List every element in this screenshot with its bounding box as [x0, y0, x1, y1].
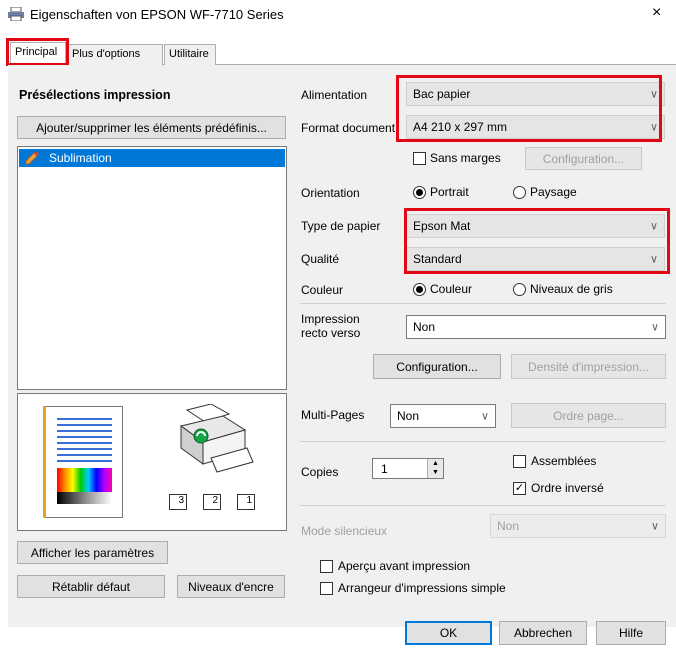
separator: [300, 441, 666, 442]
ink-levels-button[interactable]: Niveaux d'encre: [177, 575, 285, 598]
simple-arranger-label: Arrangeur d'impressions simple: [338, 581, 506, 595]
collate-checkbox[interactable]: [513, 455, 526, 468]
grayscale-label: Niveaux de gris: [530, 282, 613, 296]
multipage-label: Multi-Pages: [301, 408, 365, 422]
preset-label: Sublimation: [49, 151, 112, 165]
gray-bar: [57, 492, 112, 504]
printer-illustration-icon: [179, 404, 254, 473]
ok-button[interactable]: OK: [405, 621, 492, 645]
page-order-button[interactable]: Ordre page...: [511, 403, 666, 428]
size-label: Format document: [301, 121, 396, 135]
quiet-mode-select[interactable]: Non ∨: [490, 514, 666, 538]
reverse-order-checkbox[interactable]: ✓: [513, 482, 526, 495]
separator: [300, 303, 666, 304]
presets-heading: Présélections impression: [19, 88, 171, 102]
portrait-radio[interactable]: [413, 186, 426, 199]
portrait-label: Portrait: [430, 185, 469, 199]
window-title: Eigenschaften von EPSON WF-7710 Series: [30, 7, 284, 22]
tray-label: 1: [246, 495, 252, 506]
tab-utility[interactable]: Utilitaire: [164, 44, 216, 65]
help-button[interactable]: Hilfe: [596, 621, 666, 645]
cancel-button[interactable]: Abbrechen: [499, 621, 587, 645]
chevron-down-icon: ∨: [480, 410, 489, 423]
landscape-radio[interactable]: [513, 186, 526, 199]
color-label: Couleur: [301, 283, 344, 297]
duplex-value: Non: [413, 320, 436, 334]
copies-label: Copies: [301, 465, 339, 479]
pencil-icon: [25, 151, 39, 165]
simple-arranger-checkbox[interactable]: [320, 582, 333, 595]
reverse-order-label: Ordre inversé: [531, 481, 604, 495]
tray-icon: 3: [169, 494, 187, 510]
printer-icon: [8, 7, 24, 21]
collate-label: Assemblées: [531, 454, 597, 468]
multipage-select[interactable]: Non ∨: [390, 404, 496, 428]
chevron-down-icon: ∨: [650, 321, 659, 334]
quiet-mode-value: Non: [497, 519, 520, 533]
borderless-label: Sans marges: [430, 151, 501, 165]
landscape-label: Paysage: [530, 185, 577, 199]
text-lines: [57, 418, 112, 466]
show-settings-button[interactable]: Afficher les paramètres: [17, 541, 168, 564]
color-radio[interactable]: [413, 283, 426, 296]
print-preview-label: Aperçu avant impression: [338, 559, 471, 573]
duplex-label-line1: Impression: [301, 312, 360, 326]
quiet-mode-label: Mode silencieux: [301, 524, 388, 538]
print-preview-checkbox[interactable]: [320, 560, 333, 573]
duplex-select[interactable]: Non ∨: [406, 315, 666, 339]
add-remove-presets-button[interactable]: Ajouter/supprimer les éléments prédéfini…: [17, 116, 286, 139]
tray-label: 2: [212, 495, 218, 506]
borderless-checkbox[interactable]: [413, 152, 426, 165]
duplex-config-button[interactable]: Configuration...: [373, 354, 501, 379]
copies-stepper[interactable]: ▲ ▼: [427, 459, 443, 478]
separator: [300, 505, 666, 506]
tray-label: 3: [178, 495, 184, 506]
tray-icon: 2: [203, 494, 221, 510]
paper-type-label: Type de papier: [301, 219, 381, 233]
duplex-label-line2: recto verso: [301, 326, 361, 340]
quality-label: Qualité: [301, 252, 340, 266]
borderless-config-button[interactable]: Configuration...: [525, 147, 642, 170]
presets-list[interactable]: [17, 146, 287, 390]
highlight-paper-quality: [404, 208, 670, 274]
color-option-label: Couleur: [430, 282, 473, 296]
print-density-button[interactable]: Densité d'impression...: [511, 354, 666, 379]
copies-value: 1: [381, 462, 388, 476]
multipage-value: Non: [397, 409, 420, 423]
chevron-down-icon: ∨: [650, 520, 659, 533]
orientation-label: Orientation: [301, 186, 360, 200]
restore-defaults-button[interactable]: Rétablir défaut: [17, 575, 165, 598]
highlight-tab: [6, 38, 69, 66]
highlight-source-size: [396, 75, 662, 142]
close-icon[interactable]: ×: [652, 4, 661, 22]
tab-more-options[interactable]: Plus d'options: [67, 44, 163, 65]
color-bar: [57, 468, 112, 494]
grayscale-radio[interactable]: [513, 283, 526, 296]
page-edge: [43, 406, 46, 518]
tray-icon: 1: [237, 494, 255, 510]
source-label: Alimentation: [301, 88, 368, 102]
